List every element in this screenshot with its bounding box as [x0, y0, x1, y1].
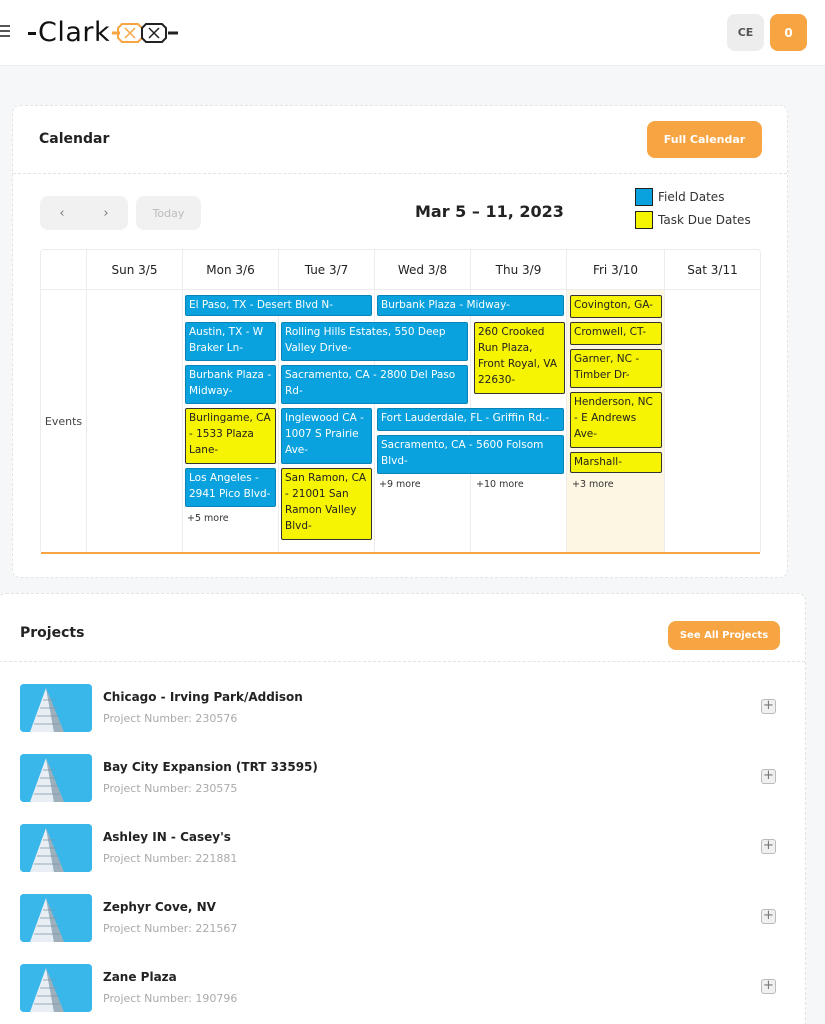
project-name[interactable]: Ashley IN - Casey's: [103, 830, 231, 844]
building-image-icon: [20, 964, 92, 1012]
day-cell-sat[interactable]: [665, 290, 760, 553]
week-grid: Sun 3/5 Mon 3/6 Tue 3/7 Wed 3/8 Thu 3/9 …: [40, 249, 761, 554]
building-image-icon: [20, 684, 92, 732]
expand-plus-icon[interactable]: +: [761, 979, 776, 994]
project-thumbnail: [20, 894, 92, 942]
building-image-icon: [20, 754, 92, 802]
calendar-event[interactable]: 260 Crooked Run Plaza, Front Royal, VA 2…: [474, 322, 565, 394]
more-events-link-mon[interactable]: +5 more: [187, 513, 229, 524]
projects-card-header: Projects See All Projects: [0, 594, 805, 662]
calendar-event[interactable]: Cromwell, CT-: [570, 322, 662, 345]
project-number: Project Number: 230576: [103, 712, 238, 725]
project-thumbnail: [20, 684, 92, 732]
legend-item-field-dates: Field Dates: [635, 185, 751, 208]
calendar-legend: Field Dates Task Due Dates: [635, 185, 751, 231]
project-row[interactable]: Ashley IN - Casey's Project Number: 2218…: [0, 824, 805, 894]
day-cell-sun[interactable]: [87, 290, 183, 553]
project-number: Project Number: 190796: [103, 992, 238, 1005]
day-header-mon: Mon 3/6: [183, 250, 279, 290]
calendar-event[interactable]: Fort Lauderdale, FL - Griffin Rd.-: [377, 408, 564, 431]
projects-title: Projects: [20, 625, 85, 641]
calendar-event[interactable]: Garner, NC - Timber Dr-: [570, 349, 662, 388]
calendar-event[interactable]: Burlingame, CA - 1533 Plaza Lane-: [185, 408, 276, 464]
see-all-projects-button[interactable]: See All Projects: [668, 621, 780, 650]
building-image-icon: [20, 894, 92, 942]
project-row[interactable]: Chicago - Irving Park/Addison Project Nu…: [0, 684, 805, 754]
day-header-tue: Tue 3/7: [279, 250, 375, 290]
calendar-event[interactable]: Marshall-: [570, 452, 662, 473]
calendar-event[interactable]: Inglewood CA - 1007 S Prairie Ave-: [281, 408, 372, 464]
next-week-button[interactable]: ›: [84, 196, 128, 230]
legend-label: Task Due Dates: [658, 212, 751, 227]
legend-label: Field Dates: [658, 189, 725, 204]
notification-badge[interactable]: 0: [770, 14, 807, 51]
project-row[interactable]: Bay City Expansion (TRT 33595) Project N…: [0, 754, 805, 824]
expand-plus-icon[interactable]: +: [761, 839, 776, 854]
grid-corner: [41, 250, 87, 290]
calendar-event[interactable]: Rolling Hills Estates, 550 Deep Valley D…: [281, 322, 468, 361]
legend-swatch-blue: [635, 187, 653, 206]
project-row[interactable]: Zephyr Cove, NV Project Number: 221567 +: [0, 894, 805, 964]
project-number: Project Number: 221567: [103, 922, 238, 935]
legend-item-task-due-dates: Task Due Dates: [635, 208, 751, 231]
prev-week-button[interactable]: ‹: [40, 196, 84, 230]
more-events-link-fri[interactable]: +3 more: [572, 479, 614, 490]
calendar-event[interactable]: Austin, TX - W Braker Ln-: [185, 322, 276, 361]
project-number: Project Number: 221881: [103, 852, 238, 865]
day-header-sun: Sun 3/5: [87, 250, 183, 290]
calendar-title: Calendar: [39, 131, 110, 147]
project-name[interactable]: Chicago - Irving Park/Addison: [103, 690, 303, 704]
today-button[interactable]: Today: [136, 196, 201, 230]
menu-icon[interactable]: [0, 25, 10, 39]
project-thumbnail: [20, 964, 92, 1012]
day-header-fri: Fri 3/10: [567, 250, 665, 290]
expand-plus-icon[interactable]: +: [761, 909, 776, 924]
calendar-event[interactable]: Henderson, NC - E Andrews Ave-: [570, 392, 662, 448]
calendar-card-header: Calendar Full Calendar: [13, 106, 787, 174]
calendar-card: Calendar Full Calendar ‹ › Today Mar 5 –…: [12, 105, 788, 578]
calendar-event[interactable]: Sacramento, CA - 5600 Folsom Blvd-: [377, 435, 564, 474]
more-events-link-thu[interactable]: +10 more: [476, 479, 524, 490]
building-image-icon: [20, 824, 92, 872]
user-avatar[interactable]: CE: [727, 14, 764, 51]
project-thumbnail: [20, 754, 92, 802]
calendar-event[interactable]: El Paso, TX - Desert Blvd N-: [185, 295, 372, 316]
date-range-title: Mar 5 – 11, 2023: [415, 202, 564, 221]
logo-text: Clark: [38, 17, 111, 48]
day-header-wed: Wed 3/8: [375, 250, 471, 290]
project-name[interactable]: Bay City Expansion (TRT 33595): [103, 760, 318, 774]
project-name[interactable]: Zephyr Cove, NV: [103, 900, 216, 914]
project-number: Project Number: 230575: [103, 782, 238, 795]
calendar-event[interactable]: Burbank Plaza - Midway-: [377, 295, 564, 316]
logo[interactable]: Clark: [28, 17, 180, 49]
expand-plus-icon[interactable]: +: [761, 769, 776, 784]
grid-bottom-accent: [41, 552, 760, 554]
calendar-event[interactable]: San Ramon, CA - 21001 San Ramon Valley B…: [281, 468, 372, 540]
legend-swatch-yellow: [635, 210, 653, 229]
top-header: Clark CE 0: [0, 0, 825, 66]
project-name[interactable]: Zane Plaza: [103, 970, 177, 984]
projects-card: Projects See All Projects Chicago - Irvi…: [0, 593, 806, 1024]
day-header-thu: Thu 3/9: [471, 250, 567, 290]
calendar-event[interactable]: Los Angeles - 2941 Pico Blvd-: [185, 468, 276, 507]
calendar-event[interactable]: Burbank Plaza - Midway-: [185, 365, 276, 404]
calendar-event[interactable]: Sacramento, CA - 2800 Del Paso Rd-: [281, 365, 468, 404]
calendar-nav: ‹ ›: [40, 196, 128, 230]
events-row-label: Events: [41, 290, 87, 553]
project-row[interactable]: Zane Plaza Project Number: 190796 +: [0, 964, 805, 1024]
project-thumbnail: [20, 824, 92, 872]
logo-mark-icon: [112, 23, 179, 43]
day-header-sat: Sat 3/11: [665, 250, 760, 290]
expand-plus-icon[interactable]: +: [761, 699, 776, 714]
more-events-link-wed[interactable]: +9 more: [379, 479, 421, 490]
calendar-event[interactable]: Covington, GA-: [570, 295, 662, 318]
full-calendar-button[interactable]: Full Calendar: [647, 121, 762, 158]
